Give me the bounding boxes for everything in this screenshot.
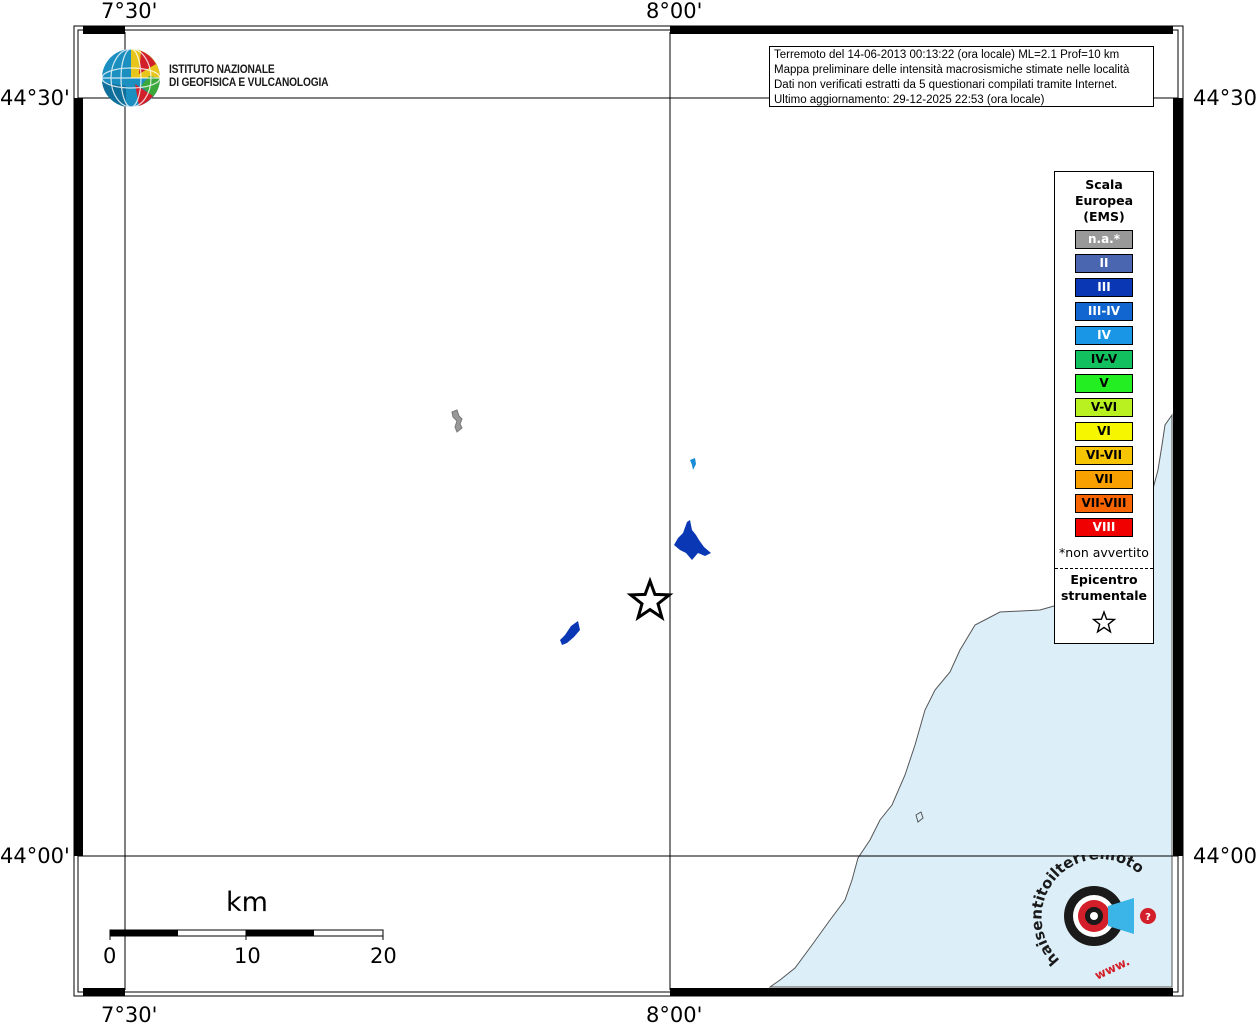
legend-epicenter-label: Epicentro strumentale <box>1055 572 1153 604</box>
legend-swatch-12: VIII <box>1075 518 1133 537</box>
hst-badge-arc-text: haisentitoilterremoto.it <box>1030 855 1148 970</box>
ingv-globe-logo <box>101 48 161 108</box>
star-icon <box>1091 610 1117 634</box>
locality-na <box>451 409 463 433</box>
hst-badge-www: www. <box>1092 954 1132 980</box>
locality-iii-b <box>560 621 580 645</box>
locality-iv <box>690 458 696 470</box>
event-info-line4: Ultimo aggiornamento: 29-12-2025 22:53 (… <box>774 94 1045 106</box>
legend-title: Scala Europea (EMS) <box>1055 177 1153 225</box>
legend-separator <box>1055 568 1153 569</box>
lon-label-top-1: 7°30' <box>101 0 158 23</box>
legend-swatch-0: n.a.* <box>1075 230 1133 249</box>
legend-swatch-3: III-IV <box>1075 302 1133 321</box>
ingv-logo-line2: DI GEOFISICA E VULCANOLOGIA <box>169 75 329 89</box>
legend-swatch-7: V-VI <box>1075 398 1133 417</box>
legend-swatch-8: VI <box>1075 422 1133 441</box>
scale-tick-0: 0 <box>103 944 117 968</box>
scale-unit-label: km <box>226 887 268 918</box>
lon-label-bottom-1: 7°30' <box>101 1003 158 1027</box>
locality-iii-a <box>674 520 711 560</box>
event-info-box: Terremoto del 14-06-2013 00:13:22 (ora l… <box>769 46 1154 107</box>
lon-label-top-2: 8°00' <box>646 0 703 23</box>
legend-swatch-9: VI-VII <box>1075 446 1133 465</box>
svg-text:haisentitoilterremoto.it: haisentitoilterremoto.it <box>1030 855 1148 970</box>
scale-bar <box>109 929 384 940</box>
event-info-line3: Dati non verificati estratti da 5 questi… <box>774 79 1118 91</box>
legend-title-line3: (EMS) <box>1083 209 1125 224</box>
lat-label-right-2: 44°00' <box>1193 844 1256 868</box>
scale-tick-10: 10 <box>234 944 261 968</box>
legend-swatch-2: III <box>1075 278 1133 297</box>
legend-swatch-11: VII-VIII <box>1075 494 1133 513</box>
event-info-line2: Mappa preliminare delle intensità macros… <box>774 64 1130 76</box>
event-info-line1: Terremoto del 14-06-2013 00:13:22 (ora l… <box>774 49 1120 61</box>
legend-swatch-4: IV <box>1075 326 1133 345</box>
epicenter-star-icon <box>626 576 674 622</box>
legend-swatch-5: IV-V <box>1075 350 1133 369</box>
hst-badge-text: haisentitoilterremoto.it www. <box>1030 855 1148 980</box>
legend-epicenter-line2: strumentale <box>1060 588 1148 603</box>
legend-title-line1: Scala <box>1085 177 1123 192</box>
legend-swatch-1: II <box>1075 254 1133 273</box>
legend-epicenter-line1: Epicentro <box>1070 572 1138 587</box>
legend-title-line2: Europea <box>1074 193 1134 208</box>
legend-swatch-6: V <box>1075 374 1133 393</box>
lat-label-right-1: 44°30' <box>1193 86 1256 110</box>
lat-label-left-2: 44°00' <box>0 844 70 868</box>
legend-swatch-10: VII <box>1075 470 1133 489</box>
scale-tick-20: 20 <box>370 944 397 968</box>
lon-label-bottom-2: 8°00' <box>646 1003 703 1027</box>
lat-label-left-1: 44°30' <box>0 86 70 110</box>
legend-note: *non avvertito <box>1059 545 1149 560</box>
ems-legend: Scala Europea (EMS) n.a.* II III III-IV IV IV… <box>1054 171 1154 644</box>
ingv-logo-text: ISTITUTO NAZIONALE DI GEOFISICA E VULCAN… <box>169 63 329 89</box>
